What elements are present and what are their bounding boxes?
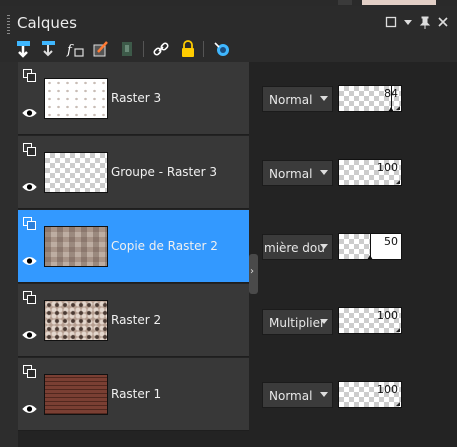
layer-name: Raster 2 bbox=[111, 313, 162, 327]
restore-icon[interactable] bbox=[384, 16, 398, 30]
layer-type-icon[interactable] bbox=[23, 143, 36, 156]
blend-mode-select[interactable]: Multiplier bbox=[262, 309, 333, 335]
blend-mode-select[interactable]: mière dou bbox=[262, 234, 333, 260]
chevron-down-icon bbox=[320, 244, 328, 249]
link-icon[interactable] bbox=[152, 40, 170, 58]
opacity-thumb[interactable] bbox=[388, 107, 394, 112]
blend-mode-select[interactable]: Normal bbox=[262, 382, 333, 408]
svg-text:f: f bbox=[66, 43, 74, 58]
layer-thumbnail bbox=[44, 78, 108, 119]
resize-corner bbox=[396, 402, 400, 406]
blend-mode-select[interactable]: Normal bbox=[262, 86, 333, 112]
eye-icon[interactable] bbox=[22, 255, 37, 267]
swatch-dark bbox=[338, 0, 352, 5]
chevron-down-icon bbox=[320, 170, 328, 175]
opacity-slider[interactable]: 50 bbox=[338, 233, 402, 260]
splitter-handle[interactable]: › bbox=[249, 254, 258, 294]
new-group-icon[interactable]: f bbox=[66, 40, 84, 58]
layer-name: Groupe - Raster 3 bbox=[111, 165, 218, 179]
close-icon[interactable] bbox=[436, 16, 450, 30]
palette-header: Calques bbox=[0, 6, 457, 36]
layer-type-icon[interactable] bbox=[23, 217, 36, 230]
eye-icon[interactable] bbox=[22, 403, 37, 415]
layers-toolbar: f bbox=[0, 36, 457, 62]
opacity-slider[interactable]: 100 bbox=[338, 307, 402, 334]
chevron-down-icon bbox=[320, 392, 328, 397]
palette-title: Calques bbox=[17, 14, 77, 32]
menu-arrow-icon[interactable] bbox=[401, 16, 415, 30]
layers-list: Raster 3 Groupe - Raster 3 Copie de Rast… bbox=[18, 62, 249, 447]
layer-row-selected[interactable]: Copie de Raster 2 bbox=[18, 210, 249, 283]
visibility-icon[interactable] bbox=[213, 40, 231, 58]
delete-layer-icon[interactable] bbox=[119, 40, 137, 58]
opacity-thumb[interactable] bbox=[367, 255, 373, 260]
layer-name: Raster 3 bbox=[111, 91, 162, 105]
chevron-down-icon bbox=[320, 319, 328, 324]
layer-type-icon[interactable] bbox=[23, 365, 36, 378]
opacity-slider[interactable]: 100 bbox=[338, 381, 402, 408]
chevron-right-icon: › bbox=[250, 266, 254, 277]
layer-row[interactable]: Raster 1 bbox=[18, 358, 249, 431]
layer-thumbnail bbox=[44, 300, 108, 341]
toolbar-separator bbox=[143, 41, 144, 57]
new-layer-icon[interactable] bbox=[15, 40, 33, 58]
blend-mode-select[interactable]: Normal bbox=[262, 160, 333, 186]
layer-row[interactable]: Raster 3 bbox=[18, 62, 249, 135]
eye-icon[interactable] bbox=[22, 181, 37, 193]
layer-thumbnail bbox=[44, 226, 108, 267]
chevron-down-icon bbox=[320, 96, 328, 101]
layer-name: Copie de Raster 2 bbox=[111, 239, 218, 253]
eye-icon[interactable] bbox=[22, 107, 37, 119]
lock-icon[interactable] bbox=[179, 40, 197, 58]
layer-name: Raster 1 bbox=[111, 387, 162, 401]
opacity-slider[interactable]: 84 bbox=[338, 85, 402, 112]
resize-corner bbox=[396, 328, 400, 332]
layer-row[interactable]: Groupe - Raster 3 bbox=[18, 136, 249, 209]
eye-icon[interactable] bbox=[22, 329, 37, 341]
resize-corner bbox=[396, 180, 400, 184]
resize-corner bbox=[396, 106, 400, 110]
layer-type-icon[interactable] bbox=[23, 69, 36, 82]
layer-type-icon[interactable] bbox=[23, 291, 36, 304]
new-vector-icon[interactable] bbox=[40, 40, 58, 58]
swatch-pink bbox=[362, 0, 436, 5]
toolbar-separator bbox=[203, 41, 204, 57]
pin-icon[interactable] bbox=[418, 16, 432, 30]
layer-thumbnail bbox=[44, 152, 108, 193]
layer-thumbnail bbox=[44, 374, 108, 415]
layer-row[interactable]: Raster 2 bbox=[18, 284, 249, 357]
opacity-slider[interactable]: 100 bbox=[338, 159, 402, 186]
grip-handle[interactable] bbox=[7, 15, 10, 35]
blend-mask-icon[interactable] bbox=[92, 40, 110, 58]
